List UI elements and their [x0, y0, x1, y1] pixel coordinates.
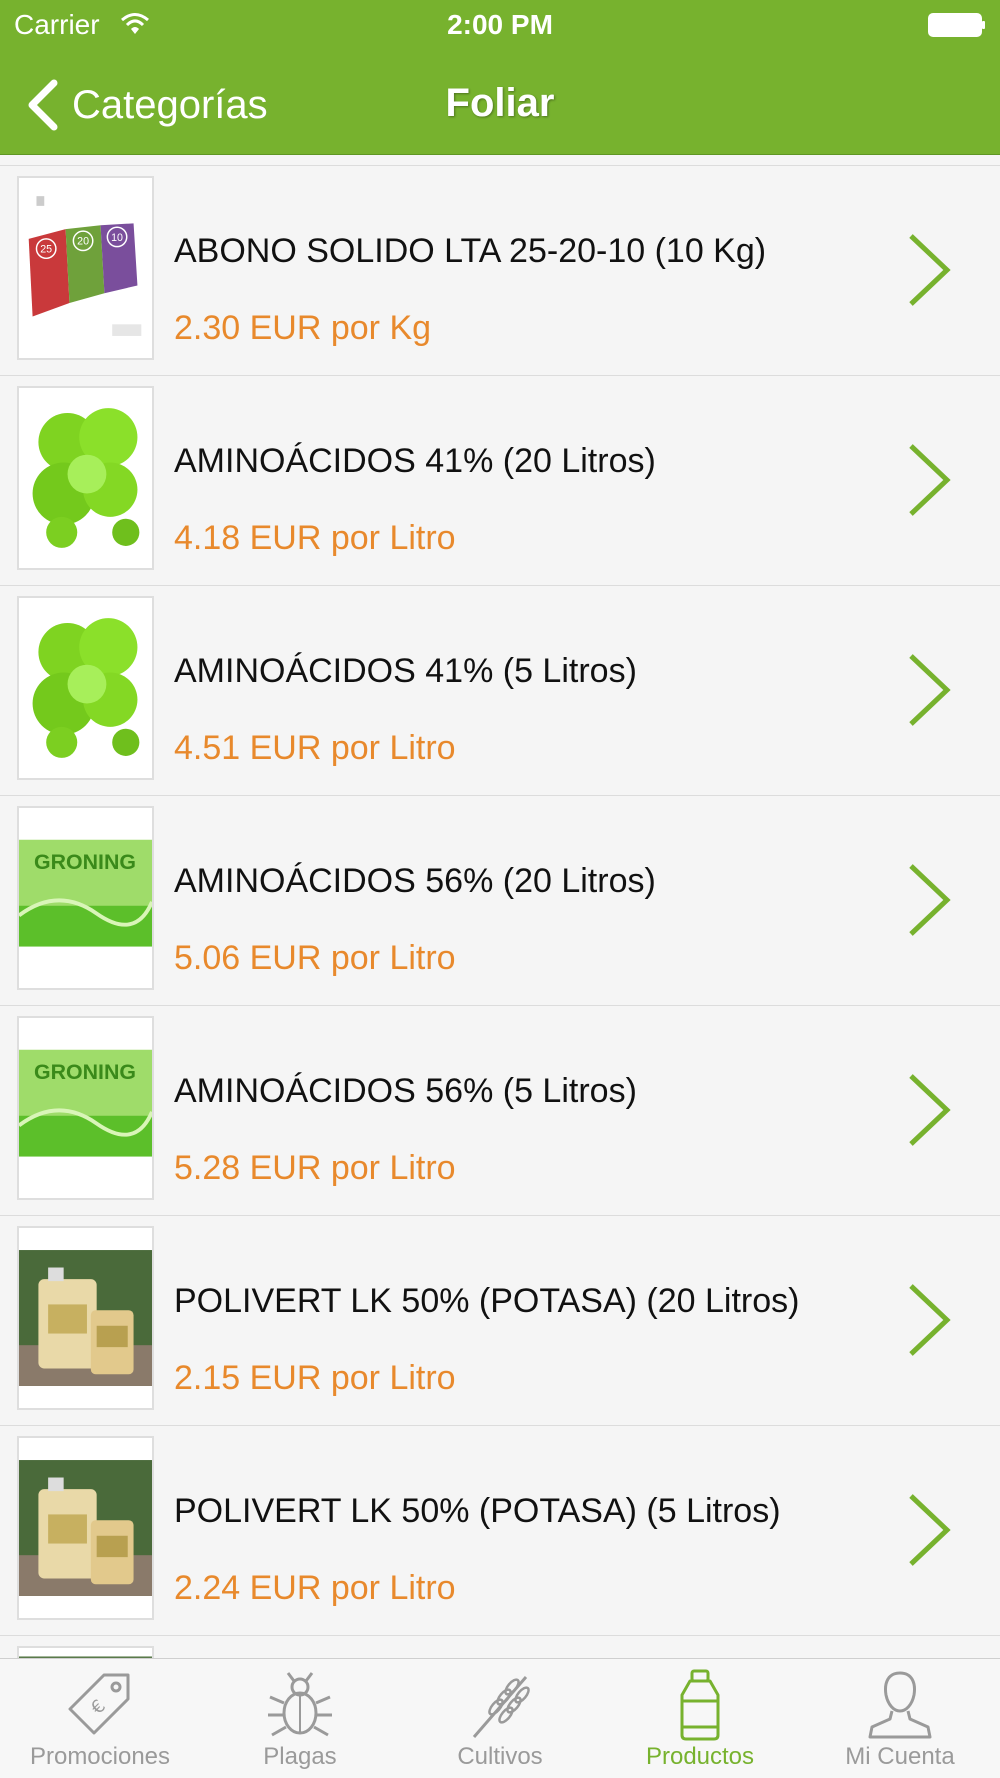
user-icon: [868, 1671, 932, 1739]
thumb-text: GRONING: [34, 850, 136, 874]
green-clover-icon: [17, 386, 154, 570]
tab-label: Productos: [645, 1743, 755, 1770]
tab-label: Cultivos: [457, 1743, 543, 1770]
product-row[interactable]: POLIVERT LK 50% (POTASA) (20 Litros) 2.1…: [0, 1216, 1000, 1426]
product-price: 4.18 EUR por Litro: [174, 519, 456, 557]
chevron-right-icon: [909, 234, 951, 306]
chevron-right-icon: [909, 1074, 951, 1146]
thumb-text: 10: [111, 232, 123, 244]
product-price: 2.15 EUR por Litro: [174, 1359, 456, 1397]
tab-plagas[interactable]: Plagas: [200, 1659, 400, 1778]
product-name: POLIVERT LK 50% (POTASA) (5 Litros): [174, 1492, 781, 1530]
product-row[interactable]: GRONING AMINOÁCIDOS 56% (20 Litros) 5.06…: [0, 796, 1000, 1006]
chevron-right-icon: [909, 1284, 951, 1356]
groning-label-icon: GRONING: [17, 1016, 154, 1200]
product-price: 5.06 EUR por Litro: [174, 939, 456, 977]
header-bar: Carrier 2:00 PM Categorías Foliar: [0, 0, 1000, 155]
product-row[interactable]: GRONING AMINOÁCIDOS 56% (5 Litros) 5.28 …: [0, 1006, 1000, 1216]
chevron-right-icon: [909, 444, 951, 516]
jerrycan-photo-icon: [17, 1436, 154, 1620]
groning-label-icon: GRONING: [17, 806, 154, 990]
tab-promociones[interactable]: € Promociones: [0, 1659, 200, 1778]
chevron-right-icon: [909, 654, 951, 726]
tab-bar: € Promociones Plagas Cultivos Productos …: [0, 1658, 1000, 1778]
product-row[interactable]: AMINOÁCIDOS 41% (20 Litros) 4.18 EUR por…: [0, 376, 1000, 586]
tab-label: Mi Cuenta: [845, 1743, 955, 1770]
product-price: 4.51 EUR por Litro: [174, 729, 456, 767]
tab-cultivos[interactable]: Cultivos: [400, 1659, 600, 1778]
jerrycan-photo-icon: [17, 1226, 154, 1410]
product-row[interactable]: [0, 1636, 1000, 1658]
product-name: AMINOÁCIDOS 56% (5 Litros): [174, 1072, 637, 1110]
chevron-right-icon: [909, 1494, 951, 1566]
product-name: AMINOÁCIDOS 41% (5 Litros): [174, 652, 637, 690]
tab-label: Plagas: [263, 1743, 337, 1770]
navigation-bar: Categorías Foliar: [0, 55, 1000, 155]
page-title: Foliar: [445, 81, 555, 125]
green-clover-icon: [17, 596, 154, 780]
status-bar: Carrier 2:00 PM: [0, 0, 1000, 50]
bottle-icon: [680, 1669, 720, 1741]
tab-productos[interactable]: Productos: [600, 1659, 800, 1778]
product-price: 2.30 EUR por Kg: [174, 309, 432, 347]
bug-icon: [268, 1672, 332, 1737]
product-name: POLIVERT LK 50% (POTASA) (20 Litros): [174, 1282, 800, 1320]
product-name: AMINOÁCIDOS 41% (20 Litros): [174, 442, 656, 480]
product-row[interactable]: 25 20 10 ABONO SOLIDO LTA 25-20-10 (10 K…: [0, 166, 1000, 376]
thumb-text: 20: [77, 236, 89, 248]
fertilizer-bags-icon: 25 20 10: [17, 176, 154, 360]
thumb-text: GRONING: [34, 1060, 136, 1084]
tab-mi-cuenta[interactable]: Mi Cuenta: [800, 1659, 1000, 1778]
clock: 2:00 PM: [447, 9, 553, 40]
wheat-icon: [472, 1676, 530, 1738]
product-thumbnail: [17, 1646, 154, 1658]
product-price: 5.28 EUR por Litro: [174, 1149, 456, 1187]
product-row[interactable]: POLIVERT LK 50% (POTASA) (5 Litros) 2.24…: [0, 1426, 1000, 1636]
svg-text:€: €: [87, 1696, 110, 1719]
thumb-text: 25: [40, 243, 52, 255]
product-row[interactable]: AMINOÁCIDOS 41% (5 Litros) 4.51 EUR por …: [0, 586, 1000, 796]
product-price: 2.24 EUR por Litro: [174, 1569, 456, 1607]
battery-icon: [928, 13, 985, 37]
product-name: ABONO SOLIDO LTA 25-20-10 (10 Kg): [174, 232, 767, 270]
tab-label: Promociones: [29, 1743, 171, 1770]
product-list[interactable]: 25 20 10 ABONO SOLIDO LTA 25-20-10 (10 K…: [0, 156, 1000, 1658]
price-tag-icon: €: [68, 1673, 130, 1735]
chevron-right-icon: [909, 864, 951, 936]
product-name: AMINOÁCIDOS 56% (20 Litros): [174, 862, 656, 900]
